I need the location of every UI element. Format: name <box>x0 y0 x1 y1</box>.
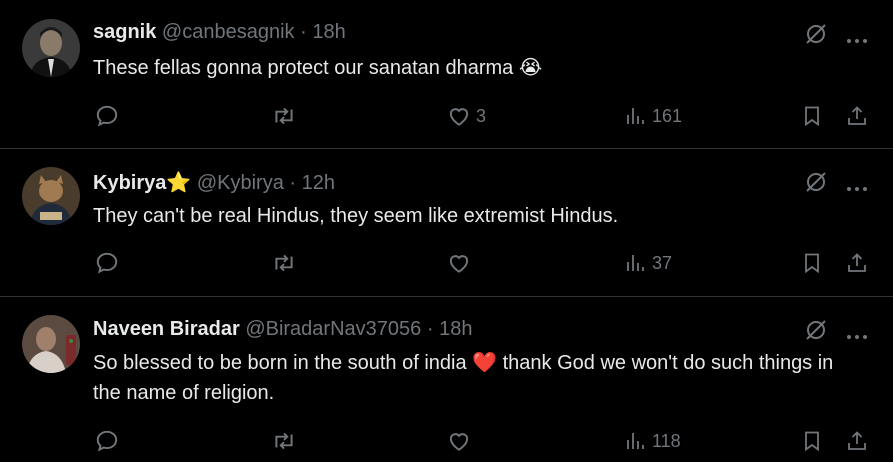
reply-icon <box>96 252 118 274</box>
reply-tweet-3[interactable]: Naveen Biradar @BiradarNav37056 · 18h So… <box>0 297 893 462</box>
reply-button[interactable] <box>94 103 120 129</box>
views-icon <box>627 108 644 124</box>
tweet-text: So blessed to be born in the south of in… <box>93 348 863 408</box>
tweet-text: They can't be real Hindus, they seem lik… <box>93 201 863 231</box>
author-name[interactable]: sagnik <box>93 21 156 43</box>
author-name[interactable]: Naveen Biradar <box>93 318 240 340</box>
like-icon <box>449 255 469 273</box>
reply-icon <box>96 430 118 452</box>
retweet-button[interactable] <box>271 250 297 276</box>
more-icon[interactable] <box>846 179 868 191</box>
retweet-icon <box>275 254 293 272</box>
views-button[interactable]: 161 <box>624 103 682 129</box>
like-button[interactable] <box>446 250 476 276</box>
share-button[interactable] <box>845 428 869 454</box>
grok-icon[interactable] <box>803 21 829 47</box>
tweet-header: Naveen Biradar @BiradarNav37056 · 18h <box>93 318 472 341</box>
views-icon <box>627 433 644 449</box>
views-icon <box>627 255 644 271</box>
reply-tweet-2[interactable]: Kybirya⭐ @Kybirya · 12h They can't be re… <box>0 149 893 297</box>
tweet-header: Kybirya⭐ @Kybirya · 12h <box>93 170 335 195</box>
avatar[interactable] <box>22 19 80 77</box>
reply-icon <box>96 105 118 127</box>
share-icon <box>848 106 866 125</box>
author-handle[interactable]: @BiradarNav37056 <box>245 318 421 340</box>
views-count: 118 <box>652 430 681 451</box>
views-count: 161 <box>652 105 683 126</box>
like-button[interactable]: 3 <box>446 103 486 129</box>
star-badge: ⭐ <box>166 172 192 194</box>
timestamp[interactable]: 18h <box>312 21 345 43</box>
views-button[interactable]: 37 <box>624 250 672 276</box>
share-icon <box>848 253 866 272</box>
separator: · <box>300 21 307 43</box>
tweet-text-content: These fellas gonna protect our sanatan d… <box>93 57 514 79</box>
author-handle[interactable]: @canbesagnik <box>162 21 295 43</box>
bookmark-icon <box>805 253 819 274</box>
tweet-text-content: So blessed to be born in the south of in… <box>93 352 467 374</box>
bookmark-icon <box>805 431 819 452</box>
separator: · <box>426 318 434 340</box>
bookmark-button[interactable] <box>800 250 824 276</box>
tweet-text: These fellas gonna protect our sanatan d… <box>93 53 863 83</box>
bookmark-icon <box>805 106 819 127</box>
heart-emoji: ❤️ <box>472 352 498 374</box>
retweet-button[interactable] <box>271 103 297 129</box>
avatar[interactable] <box>22 315 80 373</box>
separator: · <box>289 172 297 194</box>
retweet-icon <box>275 432 293 450</box>
like-icon <box>449 433 469 451</box>
grok-icon[interactable] <box>803 169 829 195</box>
more-icon[interactable] <box>846 327 868 339</box>
tweet-text-content: They can't be real Hindus, they seem lik… <box>93 205 619 227</box>
reply-tweet-1[interactable]: sagnik @canbesagnik · 18h These fellas g… <box>0 0 893 149</box>
retweet-icon <box>275 107 293 125</box>
crying-emoji: 😭 <box>518 57 543 79</box>
author-handle[interactable]: @Kybirya <box>197 172 284 194</box>
like-count: 3 <box>476 105 487 126</box>
timestamp[interactable]: 12h <box>302 172 335 194</box>
bookmark-button[interactable] <box>800 103 824 129</box>
share-button[interactable] <box>845 250 869 276</box>
views-button[interactable]: 118 <box>624 428 681 454</box>
reply-button[interactable] <box>94 428 120 454</box>
author-name[interactable]: Kybirya <box>93 172 166 194</box>
bookmark-button[interactable] <box>800 428 824 454</box>
grok-icon[interactable] <box>803 317 829 343</box>
share-button[interactable] <box>845 103 869 129</box>
timestamp[interactable]: 18h <box>439 318 472 340</box>
share-icon <box>848 431 866 450</box>
avatar[interactable] <box>22 167 80 225</box>
views-count: 37 <box>652 252 673 273</box>
retweet-button[interactable] <box>271 428 297 454</box>
tweet-header: sagnik @canbesagnik · 18h <box>93 21 346 44</box>
reply-button[interactable] <box>94 250 120 276</box>
like-button[interactable] <box>446 428 476 454</box>
more-icon[interactable] <box>846 31 868 43</box>
like-icon <box>449 108 469 126</box>
